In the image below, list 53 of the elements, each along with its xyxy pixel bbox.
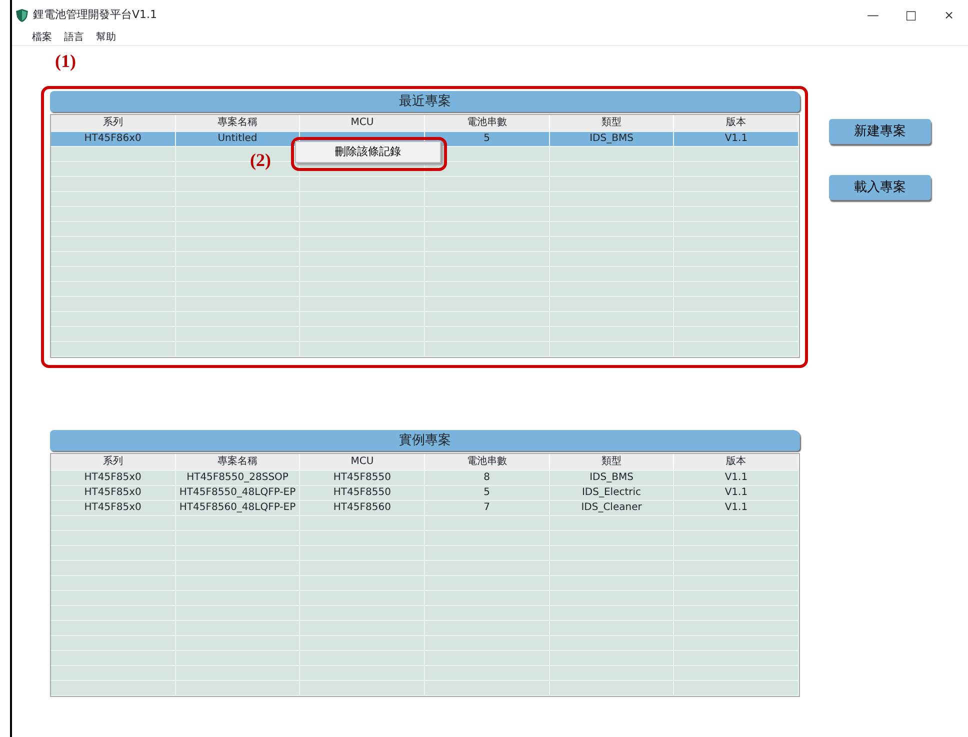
menu-item[interactable]: 幫助 <box>96 30 116 45</box>
table-cell: HT45F8550_48LQFP-EP <box>179 487 296 498</box>
table-cell: Untitled <box>218 133 258 144</box>
table-cell: IDS_Electric <box>582 487 642 498</box>
table-cell: HT45F8550 <box>333 487 391 498</box>
close-button[interactable]: × <box>930 6 968 24</box>
table-cell: HT45F8550_28SSOP <box>186 472 288 483</box>
column-header: 系列 <box>51 115 176 131</box>
table-cell: V1.1 <box>724 502 748 513</box>
table-cell: HT45F85x0 <box>84 487 142 498</box>
context-menu-item[interactable]: 刪除該條記錄 <box>295 141 441 163</box>
column-header: 系列 <box>51 454 176 470</box>
table-cell: HT45F85x0 <box>84 502 142 513</box>
column-header: MCU <box>300 115 426 131</box>
table-cell: HT45F86x0 <box>84 133 142 144</box>
maximize-button[interactable]: □ <box>892 6 930 24</box>
table-cell: HT45F8560 <box>333 502 391 513</box>
column-header: MCU <box>300 454 426 470</box>
annotation-label: (2) <box>250 149 271 172</box>
column-header: 電池串數 <box>425 115 550 131</box>
table-cell: IDS_BMS <box>590 133 634 144</box>
menu-item[interactable]: 檔案 <box>32 30 52 45</box>
table-cell: 5 <box>484 487 490 498</box>
column-header: 類型 <box>550 454 674 470</box>
column-header: 版本 <box>674 454 800 470</box>
window-title: 鋰電池管理開發平台V1.1 <box>33 6 158 23</box>
column-header: 專案名稱 <box>176 115 300 131</box>
column-header: 專案名稱 <box>176 454 300 470</box>
table-cell: IDS_Cleaner <box>581 502 642 513</box>
table-cell: V1.1 <box>724 133 748 144</box>
table-row[interactable]: HT45F85x0 HT45F8550_48LQFP-EP HT45F8550 5 IDS_Electric V1.1 <box>51 486 799 501</box>
shield-icon <box>16 8 28 22</box>
column-header: 電池串數 <box>425 454 550 470</box>
menu-item[interactable]: 語言 <box>64 30 84 45</box>
table-cell: HT45F8560_48LQFP-EP <box>179 502 296 513</box>
panel-title: 最近專案 <box>50 91 800 112</box>
load-project-button[interactable]: 載入專案 <box>829 175 931 200</box>
table-row[interactable]: HT45F85x0 HT45F8550_28SSOP HT45F8550 8 IDS_BMS V1.1 <box>51 471 799 486</box>
table-cell: HT45F85x0 <box>84 472 142 483</box>
column-header: 版本 <box>674 115 800 131</box>
panel-title: 實例專案 <box>50 430 800 451</box>
new-project-button[interactable]: 新建專案 <box>829 119 931 144</box>
table-cell: IDS_BMS <box>590 472 634 483</box>
minimize-button[interactable]: — <box>854 6 892 24</box>
table-cell: HT45F8550 <box>333 472 391 483</box>
table-cell: 5 <box>484 133 490 144</box>
table-cell: V1.1 <box>724 487 748 498</box>
annotation-label: (1) <box>55 50 76 73</box>
table-cell: 7 <box>484 502 490 513</box>
table-cell: 8 <box>484 472 490 483</box>
column-header: 類型 <box>550 115 674 131</box>
table-cell: V1.1 <box>724 472 748 483</box>
table-row[interactable]: HT45F85x0 HT45F8560_48LQFP-EP HT45F8560 7 IDS_Cleaner V1.1 <box>51 501 799 516</box>
